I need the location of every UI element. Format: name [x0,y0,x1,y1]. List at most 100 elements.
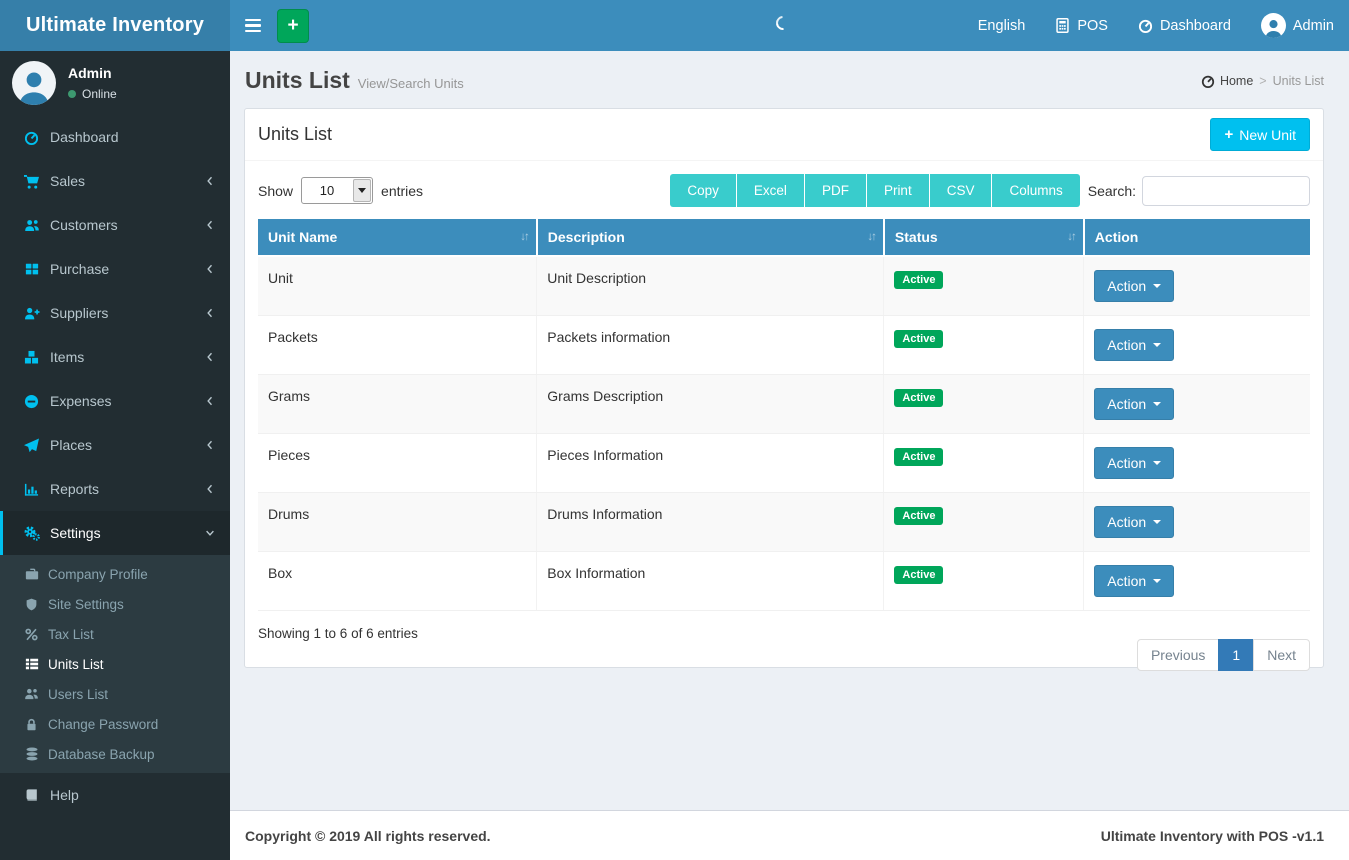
app: Ultimate Inventory + English POS Dashboa… [0,0,1349,860]
page-subtitle: View/Search Units [358,76,464,91]
panel-title: Units List [258,124,332,145]
column-header-description[interactable]: Description↓↑ [537,219,884,256]
caret-down-icon [1153,520,1161,524]
action-dropdown-button[interactable]: Action [1094,329,1174,361]
sidebar-item-company-profile[interactable]: Company Profile [0,559,230,589]
cell-unit-name: Grams [258,375,537,434]
status-badge: Active [894,566,943,584]
quick-add-button[interactable]: + [277,9,309,43]
status-badge: Active [894,507,943,525]
sidebar-item-settings[interactable]: Settings [0,511,230,555]
search-input[interactable] [1142,176,1310,206]
sidebar-item-expenses[interactable]: Expenses [0,379,230,423]
status-badge: Active [894,330,943,348]
main-content: Units List View/Search Units Home > Unit… [230,51,1349,860]
chevron-left-icon [204,219,216,231]
chevron-left-icon [204,307,216,319]
sidebar: Admin Online Dashboard Sales Customers P [0,51,230,860]
sidebar-item-customers[interactable]: Customers [0,203,230,247]
footer-version: Ultimate Inventory with POS -v1.1 [1101,828,1324,844]
nav-user[interactable]: Admin [1246,0,1349,51]
cell-unit-name: Drums [258,493,537,552]
units-list-panel: Units List + New Unit Show 10 entries [244,108,1324,668]
caret-down-icon [1153,461,1161,465]
panel-heading: Units List + New Unit [245,109,1323,161]
breadcrumb-home[interactable]: Home [1201,74,1253,88]
cell-description: Pieces Information [537,434,884,493]
navbar-main: + English POS Dashboard Admin [230,0,1349,51]
column-header-unit-name[interactable]: Unit Name↓↑ [258,219,537,256]
sidebar-item-database-backup[interactable]: Database Backup [0,739,230,769]
nav-pos[interactable]: POS [1040,0,1123,51]
sidebar-item-suppliers[interactable]: Suppliers [0,291,230,335]
nav-dashboard[interactable]: Dashboard [1123,0,1246,51]
pagination-previous[interactable]: Previous [1137,639,1219,671]
sidebar-item-dashboard[interactable]: Dashboard [0,115,230,159]
units-table: Unit Name↓↑ Description↓↑ Status↓↑ Actio… [258,219,1310,611]
plus-icon: + [287,15,298,37]
avatar [12,61,56,105]
bar-chart-icon [22,482,41,497]
column-header-status[interactable]: Status↓↑ [884,219,1084,256]
action-dropdown-button[interactable]: Action [1094,506,1174,538]
sidebar-toggle-icon[interactable] [230,0,275,51]
caret-down-icon [1153,284,1161,288]
column-header-action: Action [1084,219,1310,256]
cell-unit-name: Packets [258,316,537,375]
shield-icon [23,598,40,611]
footer-copyright: Copyright © 2019 All rights reserved. [245,828,491,844]
new-unit-button[interactable]: + New Unit [1210,118,1310,151]
excel-button[interactable]: Excel [737,174,804,207]
pagination-page-1[interactable]: 1 [1218,639,1254,671]
pagination-next[interactable]: Next [1253,639,1310,671]
csv-button[interactable]: CSV [930,174,992,207]
action-dropdown-button[interactable]: Action [1094,565,1174,597]
action-dropdown-button[interactable]: Action [1094,388,1174,420]
sidebar-item-help[interactable]: Help [0,773,230,817]
sort-icon: ↓↑ [1067,231,1075,243]
table-row: Grams Grams Description Active Action [258,375,1310,434]
action-dropdown-button[interactable]: Action [1094,447,1174,479]
caret-down-icon [1153,579,1161,583]
plus-icon: + [1224,126,1233,143]
calculator-icon [1055,18,1070,33]
copy-button[interactable]: Copy [670,174,736,207]
chevron-left-icon [204,351,216,363]
dashboard-icon [1138,18,1153,33]
pdf-button[interactable]: PDF [805,174,866,207]
cell-description: Box Information [537,552,884,611]
page-title: Units List [245,67,350,94]
search-label: Search: [1088,183,1136,199]
book-icon [22,788,41,802]
sidebar-item-items[interactable]: Items [0,335,230,379]
user-avatar-icon [1261,13,1286,38]
sidebar-item-sales[interactable]: Sales [0,159,230,203]
cart-icon [22,174,41,189]
cell-unit-name: Unit [258,256,537,316]
sidebar-item-site-settings[interactable]: Site Settings [0,589,230,619]
print-button[interactable]: Print [867,174,929,207]
sidebar-item-users-list[interactable]: Users List [0,679,230,709]
table-toolbar: Show 10 entries Copy Excel PDF Print CSV [245,161,1323,219]
show-label: Show [258,183,293,199]
table-footer: Showing 1 to 6 of 6 entries Previous 1 N… [245,611,1323,667]
caret-down-icon [1153,402,1161,406]
users-icon [22,218,41,233]
sidebar-item-purchase[interactable]: Purchase [0,247,230,291]
page-size-select[interactable]: 10 [301,177,373,204]
grid-icon [22,262,41,276]
sidebar-item-reports[interactable]: Reports [0,467,230,511]
nav-language[interactable]: English [963,0,1041,51]
columns-button[interactable]: Columns [992,174,1079,207]
sidebar-item-tax-list[interactable]: Tax List [0,619,230,649]
sidebar-item-change-password[interactable]: Change Password [0,709,230,739]
tachometer-icon [22,130,41,145]
table-header-row: Unit Name↓↑ Description↓↑ Status↓↑ Actio… [258,219,1310,256]
breadcrumb-separator: > [1259,74,1266,88]
sidebar-item-places[interactable]: Places [0,423,230,467]
status-badge: Active [894,271,943,289]
cubes-icon [22,350,41,365]
sidebar-item-units-list[interactable]: Units List [0,649,230,679]
brand-logo[interactable]: Ultimate Inventory [0,0,230,51]
action-dropdown-button[interactable]: Action [1094,270,1174,302]
